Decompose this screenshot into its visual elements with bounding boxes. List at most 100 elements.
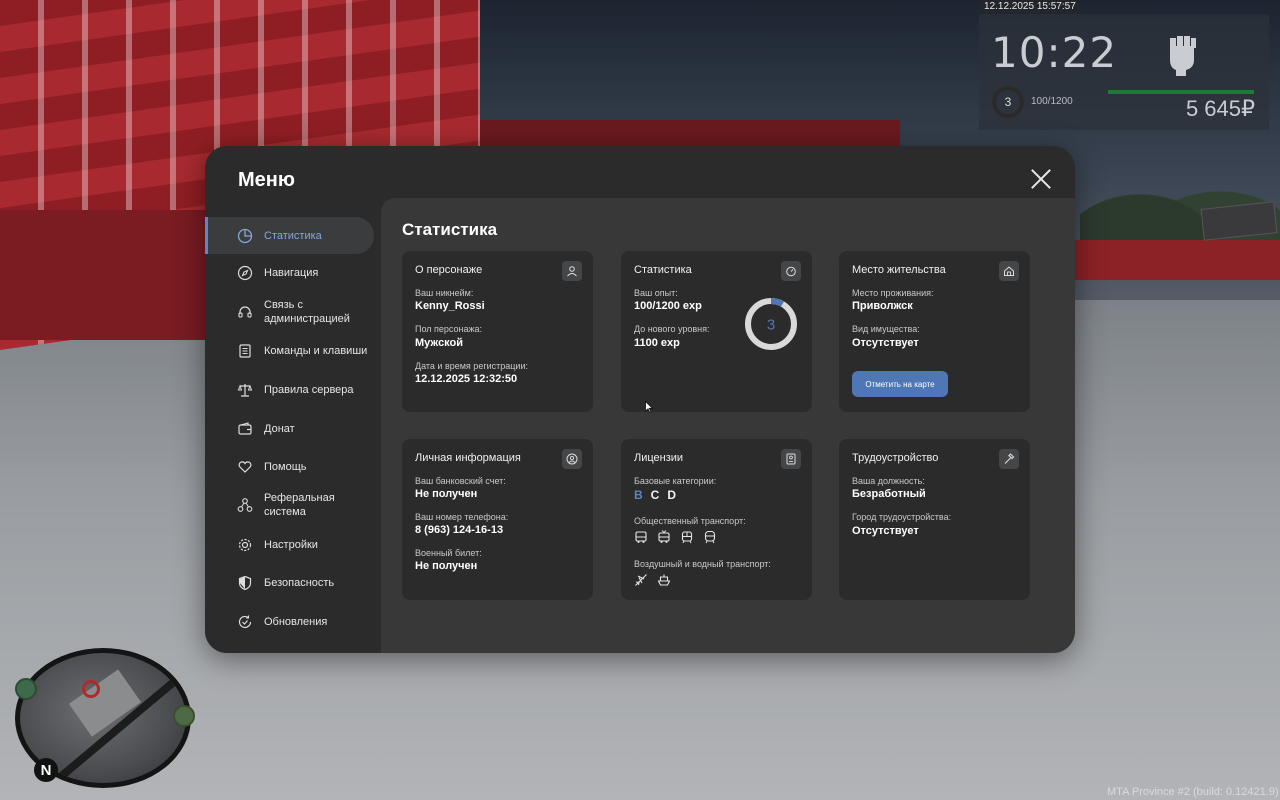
menu-title: Меню [238, 169, 295, 191]
sidebar-item-admin-contact[interactable]: Связь с администрацией [205, 292, 374, 332]
work-city-value: Отсутствует [852, 525, 919, 537]
wallet-icon [237, 421, 253, 437]
card-personal-info: Личная информация Ваш банковский счет: Н… [402, 439, 593, 600]
hud-health-bar [1108, 90, 1254, 94]
next-level-label: До нового уровня: [634, 324, 710, 334]
phone-value: 8 (963) 124-16-13 [415, 524, 504, 536]
boat-icon [657, 574, 671, 586]
trolleybus-icon [658, 530, 670, 543]
position-label: Ваша должность: [852, 476, 925, 486]
metro-icon [704, 530, 716, 544]
minimap-bus-blip-icon [173, 705, 195, 727]
sidebar-item-label: Реферальная система [264, 492, 335, 518]
bus-icon [635, 531, 647, 543]
pie-chart-icon [237, 228, 253, 244]
military-value: Не получен [415, 560, 478, 572]
hud-xp-text: 100/1200 [1031, 96, 1073, 107]
residence-place-value: Приволжск [852, 300, 913, 312]
air-water-transport-label: Воздушный и водный транспорт: [634, 559, 771, 569]
bank-value: Не получен [415, 488, 478, 500]
tram-icon [681, 531, 693, 544]
sidebar-item-navigation[interactable]: Навигация [205, 256, 374, 290]
red-fence [1075, 240, 1280, 280]
id-card-icon [781, 449, 801, 469]
card-title: Статистика [634, 264, 692, 276]
gear-icon [237, 537, 253, 553]
category-d: D [667, 488, 677, 502]
mark-on-map-button[interactable]: Отметить на карте [852, 371, 948, 397]
level-number: 3 [767, 317, 775, 334]
card-title: Личная информация [415, 452, 521, 464]
card-title: Лицензии [634, 452, 684, 464]
bank-label: Ваш банковский счет: [415, 476, 506, 486]
card-title: Место жительства [852, 264, 946, 276]
card-title: О персонаже [415, 264, 483, 276]
people-network-icon [237, 497, 253, 513]
sidebar-item-label: Донат [264, 423, 295, 435]
sidebar-item-statistics[interactable]: Статистика [205, 217, 374, 254]
content-panel: Статистика О персонаже Ваш никнейм: Kenn… [381, 198, 1075, 653]
user-icon [562, 261, 582, 281]
position-value: Безработный [852, 488, 926, 500]
menu-modal: Меню Статистика Навигация Связь с админи… [205, 146, 1075, 653]
refresh-check-icon [237, 614, 253, 630]
sidebar-item-commands[interactable]: Команды и клавиши [205, 334, 374, 368]
compass-icon [237, 265, 253, 281]
phone-label: Ваш номер телефона: [415, 512, 509, 522]
build-info: MTA Province #2 (build: 0.12421.9) [1107, 786, 1279, 798]
nickname-value: Kenny_Rossi [415, 300, 485, 312]
hud-clock: 10:22 [991, 28, 1118, 77]
property-value: Отсутствует [852, 337, 919, 349]
card-stats: Статистика Ваш опыт: 100/1200 exp До нов… [621, 251, 812, 412]
headset-icon [237, 304, 253, 320]
public-transport-label: Общественный транспорт: [634, 516, 746, 526]
basic-categories-label: Базовые категории: [634, 476, 717, 486]
nickname-label: Ваш никнейм: [415, 288, 474, 298]
menu-sidebar: Статистика Навигация Связь с администрац… [205, 212, 381, 653]
sidebar-item-security[interactable]: Безопасность [205, 566, 374, 600]
card-residence: Место жительства Место проживания: Приво… [839, 251, 1030, 412]
sidebar-item-help[interactable]: Помощь [205, 450, 374, 484]
house-icon [999, 261, 1019, 281]
hud-timestamp: 12.12.2025 15:57:57 [980, 0, 1080, 13]
mouse-cursor-icon [645, 401, 653, 413]
public-transport-icons [634, 530, 717, 544]
card-licenses: Лицензии Базовые категории: B C D Общест… [621, 439, 812, 600]
minimap-building [68, 669, 142, 737]
hospital-annex [0, 210, 210, 340]
hud-level-ring: 3 [992, 86, 1024, 118]
air-water-transport-icons [634, 573, 671, 587]
sidebar-item-label: Настройки [264, 539, 318, 551]
card-character: О персонаже Ваш никнейм: Kenny_Rossi Пол… [402, 251, 593, 412]
sidebar-item-label: Связь с администрацией [264, 299, 350, 325]
next-level-value: 1100 exp [634, 337, 680, 349]
plane-icon [635, 574, 647, 586]
property-label: Вид имущества: [852, 324, 920, 334]
minimap-car-blip-icon [15, 678, 37, 700]
xp-value: 100/1200 exp [634, 300, 702, 312]
close-button[interactable] [1028, 166, 1054, 192]
card-title: Трудоустройство [852, 452, 939, 464]
registration-value: 12.12.2025 12:32:50 [415, 373, 518, 385]
minimap-north-icon: N [34, 758, 58, 782]
gender-value: Мужской [415, 337, 464, 349]
card-employment: Трудоустройство Ваша должность: Безработ… [839, 439, 1030, 600]
content-title: Статистика [402, 220, 498, 239]
sidebar-item-settings[interactable]: Настройки [205, 528, 374, 562]
category-c: C [650, 488, 660, 502]
minimap-player-marker [82, 680, 100, 698]
handshake-heart-icon [237, 459, 253, 475]
document-list-icon [237, 343, 253, 359]
sidebar-item-label: Команды и клавиши [264, 345, 368, 357]
sidebar-item-donate[interactable]: Донат [205, 412, 374, 446]
fist-icon [1170, 36, 1196, 76]
xp-label: Ваш опыт: [634, 288, 678, 298]
sidebar-item-referral[interactable]: Реферальная система [205, 485, 374, 525]
category-b: B [634, 488, 643, 502]
sidebar-item-rules[interactable]: Правила сервера [205, 373, 374, 407]
sidebar-item-label: Обновления [264, 616, 328, 628]
sidebar-item-label: Помощь [264, 461, 307, 473]
hammer-icon [999, 449, 1019, 469]
sidebar-item-updates[interactable]: Обновления [205, 605, 374, 639]
shield-icon [237, 575, 253, 591]
